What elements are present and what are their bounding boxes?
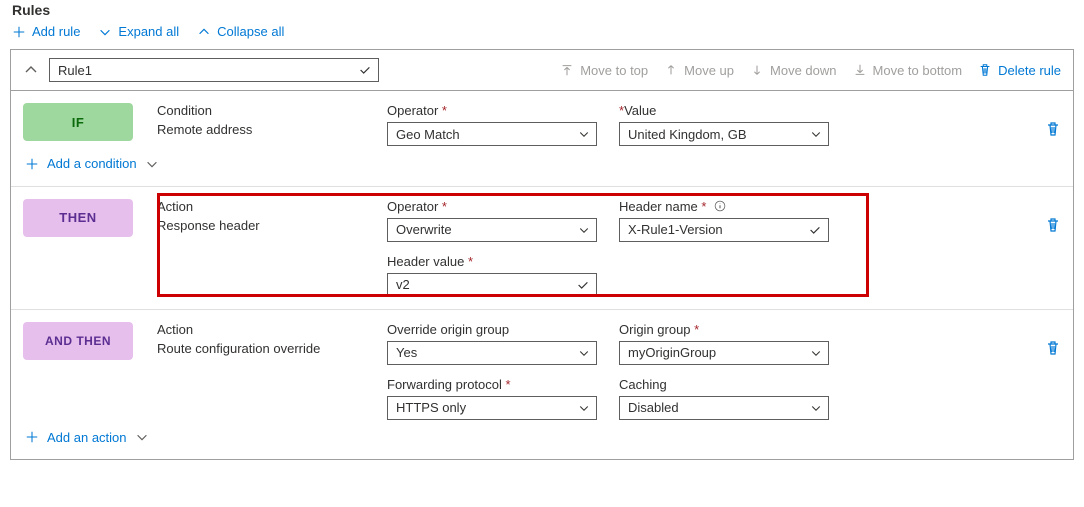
plus-icon <box>25 430 39 444</box>
section-title: Rules <box>10 0 1074 24</box>
expand-all-button[interactable]: Expand all <box>98 24 179 39</box>
header-name-value: X-Rule1-Version <box>628 222 723 237</box>
trash-icon <box>1045 217 1061 233</box>
delete-andthen-action-button[interactable] <box>1045 322 1061 359</box>
chevron-down-icon <box>578 347 590 359</box>
move-top-icon <box>560 63 574 77</box>
origin-group-select[interactable]: myOriginGroup <box>619 341 829 365</box>
rule-header: Rule1 Move to top Move up Move down <box>11 50 1073 91</box>
checkmark-icon <box>358 63 372 77</box>
move-to-top-button: Move to top <box>560 63 648 78</box>
rule-card: Rule1 Move to top Move up Move down <box>10 49 1074 460</box>
forwarding-protocol-label: Forwarding protocol <box>387 377 607 392</box>
move-top-label: Move to top <box>580 63 648 78</box>
collapse-all-button[interactable]: Collapse all <box>197 24 284 39</box>
if-operator-value: Geo Match <box>396 127 460 142</box>
header-value-value: v2 <box>396 277 410 292</box>
rule-name-input[interactable]: Rule1 <box>49 58 379 82</box>
chevron-down-icon <box>145 157 159 171</box>
add-action-button[interactable]: Add an action <box>23 420 151 447</box>
chevron-down-icon <box>135 430 149 444</box>
move-to-bottom-button: Move to bottom <box>853 63 963 78</box>
override-origin-label: Override origin group <box>387 322 607 337</box>
chevron-down-icon <box>578 402 590 414</box>
then-block: THEN Action Response header Operator Ove… <box>11 187 1073 310</box>
trash-icon <box>1045 340 1061 356</box>
rule-name-value: Rule1 <box>58 63 92 78</box>
then-action-label: Action <box>157 199 387 214</box>
chevron-down-icon <box>810 402 822 414</box>
move-down-label: Move down <box>770 63 836 78</box>
plus-icon <box>12 25 26 39</box>
caching-select[interactable]: Disabled <box>619 396 829 420</box>
chevron-up-icon <box>197 25 211 39</box>
then-operator-value: Overwrite <box>396 222 452 237</box>
header-value-input[interactable]: v2 <box>387 273 597 297</box>
then-operator-label: Operator <box>387 199 607 214</box>
add-rule-button[interactable]: Add rule <box>12 24 80 39</box>
rules-toolbar: Add rule Expand all Collapse all <box>10 24 1074 49</box>
move-up-label: Move up <box>684 63 734 78</box>
move-up-button: Move up <box>664 63 734 78</box>
then-operator-select[interactable]: Overwrite <box>387 218 597 242</box>
arrow-up-icon <box>664 63 678 77</box>
if-value-select[interactable]: United Kingdom, GB <box>619 122 829 146</box>
add-condition-label: Add a condition <box>47 156 137 171</box>
checkmark-icon <box>808 223 822 237</box>
move-down-button: Move down <box>750 63 836 78</box>
andthen-action-label: Action <box>157 322 387 337</box>
move-bottom-icon <box>853 63 867 77</box>
if-value-value: United Kingdom, GB <box>628 127 747 142</box>
add-action-label: Add an action <box>47 430 127 445</box>
forwarding-protocol-value: HTTPS only <box>396 400 466 415</box>
condition-label: Condition <box>157 103 387 118</box>
and-then-block: AND THEN Action Route configuration over… <box>11 310 1073 460</box>
then-action-value: Response header <box>157 218 387 233</box>
andthen-action-value: Route configuration override <box>157 341 387 356</box>
trash-icon <box>978 63 992 77</box>
checkmark-icon <box>576 278 590 292</box>
add-condition-button[interactable]: Add a condition <box>23 146 161 173</box>
condition-value: Remote address <box>157 122 387 137</box>
chevron-down-icon <box>810 128 822 140</box>
collapse-all-label: Collapse all <box>217 24 284 39</box>
delete-rule-button[interactable]: Delete rule <box>978 63 1061 78</box>
trash-icon <box>1045 121 1061 137</box>
forwarding-protocol-select[interactable]: HTTPS only <box>387 396 597 420</box>
move-bottom-label: Move to bottom <box>873 63 963 78</box>
then-pill: THEN <box>23 199 133 237</box>
info-icon <box>714 200 726 212</box>
chevron-down-icon <box>578 128 590 140</box>
delete-then-action-button[interactable] <box>1045 199 1061 236</box>
header-name-input[interactable]: X-Rule1-Version <box>619 218 829 242</box>
origin-group-label: Origin group <box>619 322 839 337</box>
expand-all-label: Expand all <box>118 24 179 39</box>
header-name-label: Header name <box>619 199 839 214</box>
override-origin-value: Yes <box>396 345 417 360</box>
chevron-down-icon <box>578 224 590 236</box>
add-rule-label: Add rule <box>32 24 80 39</box>
chevron-down-icon <box>98 25 112 39</box>
plus-icon <box>25 157 39 171</box>
delete-condition-button[interactable] <box>1045 103 1061 140</box>
arrow-down-icon <box>750 63 764 77</box>
origin-group-value: myOriginGroup <box>628 345 716 360</box>
if-operator-label: Operator <box>387 103 607 118</box>
chevron-down-icon <box>810 347 822 359</box>
caching-label: Caching <box>619 377 839 392</box>
override-origin-select[interactable]: Yes <box>387 341 597 365</box>
if-operator-select[interactable]: Geo Match <box>387 122 597 146</box>
delete-rule-label: Delete rule <box>998 63 1061 78</box>
caching-value: Disabled <box>628 400 679 415</box>
if-pill: IF <box>23 103 133 141</box>
collapse-rule-icon[interactable] <box>23 62 39 78</box>
if-value-label: Value <box>619 103 839 118</box>
header-value-label: Header value <box>387 254 607 269</box>
if-block: IF Condition Remote address Operator Geo… <box>11 91 1073 187</box>
and-then-pill: AND THEN <box>23 322 133 360</box>
